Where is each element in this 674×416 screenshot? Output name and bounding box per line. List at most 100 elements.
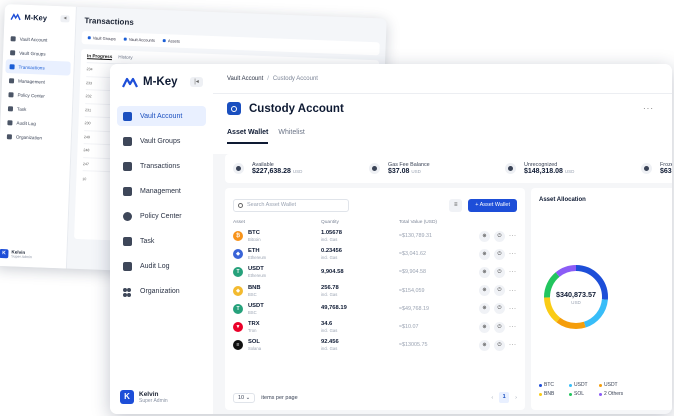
- bnb-coin-icon: ◈: [233, 285, 243, 296]
- table-row[interactable]: T USDT BSC 49,768.19 ≈$49,768.19 ⊕ ⏻ ···: [225, 300, 525, 318]
- table-row[interactable]: ◈ BNB BSC 256.78 incl. Gas ≈$154,059 ⊕ ⏻ ···: [225, 282, 525, 300]
- bg-row-id: 232: [85, 94, 92, 99]
- bg-collapse-icon[interactable]: ◂: [60, 15, 70, 23]
- power-icon[interactable]: ⏻: [494, 285, 505, 297]
- next-page-icon[interactable]: ›: [515, 395, 517, 401]
- legend-label: BTC: [544, 382, 554, 388]
- sidebar-item-label: Organization: [140, 287, 180, 295]
- sidebar-item-task[interactable]: Task: [117, 231, 206, 251]
- sidebar-item-vault-groups[interactable]: Vault Groups: [117, 131, 206, 151]
- sidebar-item-audit-log[interactable]: Audit Log: [117, 256, 206, 276]
- deposit-icon[interactable]: ⊕: [479, 230, 490, 242]
- bg-tab-history[interactable]: History: [118, 54, 132, 61]
- asset-quantity: 9,904.58: [321, 268, 344, 275]
- stat-unit: USD: [292, 169, 303, 174]
- asset-cell: T USDT Ethereum: [233, 266, 321, 278]
- task-icon: [123, 236, 132, 246]
- breadcrumb-root[interactable]: Vault Account: [227, 76, 263, 82]
- more-icon[interactable]: ···: [509, 306, 517, 312]
- sidebar-item-management[interactable]: Management: [117, 181, 206, 201]
- add-asset-wallet-button[interactable]: + Asset Wallet: [468, 198, 517, 212]
- transactions-icon: [123, 161, 132, 171]
- table-row[interactable]: ◆ ETH Ethereum 0.23456 incl. Gas ≈$3,041.62 ⊕ ⏻…: [225, 245, 525, 263]
- bg-row-id: 231: [84, 107, 92, 113]
- bg-nav-icon: [9, 63, 15, 69]
- legend-dot-icon: [539, 392, 542, 396]
- table-row[interactable]: ≡ SOL Solana 92.456 incl. Gas ≈$13005.75 ⊕ ⏻ ···: [225, 336, 525, 354]
- power-icon[interactable]: ⏻: [494, 230, 505, 242]
- power-icon[interactable]: ⏻: [494, 321, 505, 333]
- per-page-select[interactable]: 10 ⌄: [233, 392, 256, 403]
- sidebar-item-transactions[interactable]: Transactions: [117, 156, 206, 176]
- more-icon[interactable]: ···: [509, 251, 517, 257]
- more-icon[interactable]: ···: [509, 324, 517, 330]
- more-options-icon[interactable]: ···: [643, 104, 654, 113]
- bg-nav-item[interactable]: Organization: [3, 129, 68, 145]
- quantity-cell: 1.05678 incl. Gas: [321, 230, 399, 242]
- main-content: Vault Account / Custody Account Custody …: [213, 64, 672, 414]
- collapse-sidebar-icon[interactable]: |◂: [190, 77, 203, 87]
- asset-allocation-panel: Asset Allocation $340,873.57 USD BTC USDT…: [531, 188, 672, 410]
- sol-coin-icon: ≡: [233, 340, 243, 351]
- bg-nav-label: Vault Groups: [19, 50, 46, 57]
- deposit-icon[interactable]: ⊕: [479, 303, 490, 315]
- sidebar-item-vault-account[interactable]: Vault Account: [117, 106, 206, 126]
- stat-value: $63,564.88: [660, 168, 672, 175]
- stat-unrecognized: Unrecognized $148,318.08 USD: [497, 162, 633, 175]
- bg-filter[interactable]: Vault Groups: [87, 35, 116, 42]
- more-icon[interactable]: ···: [509, 269, 517, 275]
- page-number[interactable]: 1: [499, 392, 510, 403]
- table-row[interactable]: ▼ TRX Tron 34.6 incl. Gas ≈$10.07 ⊕ ⏻ ···: [225, 318, 525, 336]
- power-icon[interactable]: ⏻: [494, 339, 505, 351]
- power-icon[interactable]: ⏻: [494, 303, 505, 315]
- bg-nav-label: Task: [16, 106, 27, 112]
- total-value: ≈$154,059: [399, 287, 425, 294]
- table-row[interactable]: T USDT Ethereum 9,904.58 ≈$9,904.58 ⊕ ⏻ ···: [225, 263, 525, 281]
- bg-row-id: 234: [86, 67, 93, 72]
- more-icon[interactable]: ···: [509, 342, 517, 348]
- filter-icon[interactable]: ≡: [449, 198, 463, 212]
- stat-text: Gas Fee Balance $37.08 USD: [388, 162, 430, 175]
- more-icon[interactable]: ···: [509, 233, 517, 239]
- bg-filter[interactable]: Vault Accounts: [123, 37, 155, 43]
- deposit-icon[interactable]: ⊕: [479, 321, 490, 333]
- tab-whitelist[interactable]: Whitelist: [278, 129, 304, 144]
- sidebar-item-policy-center[interactable]: Policy Center: [117, 206, 206, 226]
- sidebar-item-label: Policy Center: [140, 212, 182, 220]
- bg-tab-in-progress[interactable]: In Progress: [86, 53, 113, 61]
- tab-asset-wallet[interactable]: Asset Wallet: [227, 129, 269, 144]
- table-row[interactable]: ₿ BTC Bitcoin 1.05678 incl. Gas ≈$130,789.31 ⊕…: [225, 227, 525, 245]
- user-profile[interactable]: K Kelvin Super Admin: [120, 390, 168, 404]
- sidebar-item-organization[interactable]: Organization: [117, 281, 206, 301]
- deposit-icon[interactable]: ⊕: [479, 285, 490, 297]
- bg-filter-label: Assets: [167, 38, 181, 44]
- search-input[interactable]: Search Asset Wallet: [233, 198, 349, 212]
- asset-network: Tron: [248, 328, 257, 334]
- power-icon[interactable]: ⏻: [494, 266, 505, 278]
- bg-nav: Vault Account Vault Groups Transactions Man…: [0, 29, 75, 148]
- bg-filter[interactable]: Assets: [162, 38, 181, 44]
- legend-item: 2 Others: [599, 391, 633, 397]
- deposit-icon[interactable]: ⊕: [479, 266, 490, 278]
- per-page-label: items per page: [261, 394, 298, 401]
- bg-nav-label: Transactions: [18, 64, 45, 71]
- prev-page-icon[interactable]: ‹: [491, 395, 493, 401]
- more-icon[interactable]: ···: [509, 288, 517, 294]
- vault-icon: [227, 102, 241, 115]
- gas-note: incl. Gas: [321, 328, 338, 334]
- wallet-toolbar: Search Asset Wallet ≡ + Asset Wallet: [225, 194, 525, 216]
- deposit-icon[interactable]: ⊕: [479, 339, 490, 351]
- bg-filter-label: Vault Groups: [92, 35, 116, 42]
- power-icon[interactable]: ⏻: [494, 248, 505, 260]
- asset-cell: T USDT BSC: [233, 303, 321, 315]
- row-actions: ⊕ ⏻ ···: [479, 321, 517, 333]
- legend-dot-icon: [539, 383, 542, 387]
- bg-user[interactable]: K Kelvin Super Admin: [0, 248, 32, 259]
- legend-label: USDT: [604, 382, 618, 388]
- balance-stats: Available $227,638.28 USD Gas Fee Balance $…: [225, 154, 672, 183]
- deposit-icon[interactable]: ⊕: [479, 248, 490, 260]
- vault-icon: [123, 111, 132, 121]
- logo: M-Key |◂: [110, 64, 213, 100]
- page-header: Custody Account ··· Asset Wallet Whiteli…: [213, 94, 672, 154]
- donut-center: $340,873.57 USD: [541, 262, 611, 332]
